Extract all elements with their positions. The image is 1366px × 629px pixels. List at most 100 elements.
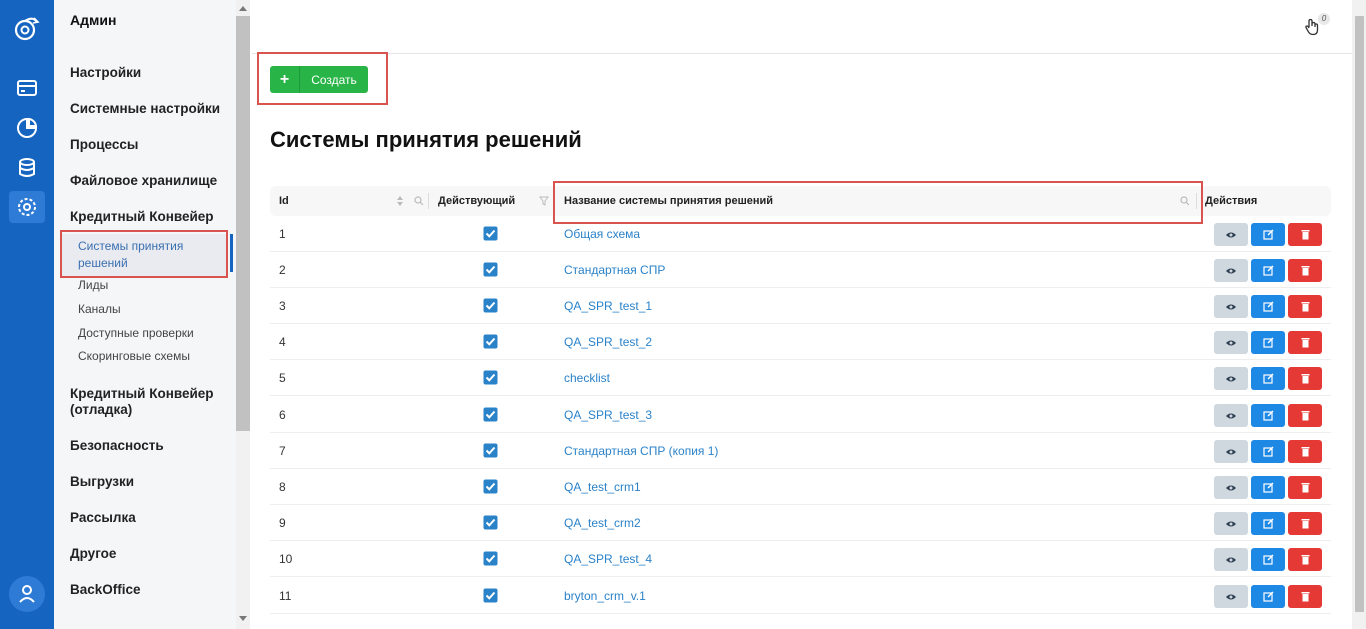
edit-button[interactable]	[1251, 295, 1285, 318]
row-id: 8	[279, 480, 286, 494]
sidebar-scroll-thumb[interactable]	[236, 16, 250, 431]
row-name-link[interactable]: QA_test_crm2	[564, 505, 641, 541]
create-button[interactable]: + Создать	[270, 66, 368, 93]
row-name-link[interactable]: QA_SPR_test_2	[564, 324, 652, 360]
pie-chart-icon[interactable]	[15, 116, 39, 140]
view-button[interactable]	[1214, 404, 1248, 427]
sidebar-item-other[interactable]: Другое	[70, 546, 116, 562]
filter-icon[interactable]	[539, 196, 549, 206]
sidebar-item-system-settings[interactable]: Системные настройки	[70, 101, 220, 117]
eye-icon	[1226, 449, 1236, 454]
sidebar-subitem-leads[interactable]: Лиды	[78, 277, 108, 294]
edit-button[interactable]	[1251, 404, 1285, 427]
trash-icon	[1301, 230, 1309, 240]
checkbox-checked-icon[interactable]	[483, 407, 498, 422]
sidebar-subitem-channels[interactable]: Каналы	[78, 301, 121, 318]
checkbox-checked-icon[interactable]	[483, 226, 498, 241]
view-button[interactable]	[1214, 223, 1248, 246]
checkbox-checked-icon[interactable]	[483, 262, 498, 277]
view-button[interactable]	[1214, 512, 1248, 535]
row-name-link[interactable]: QA_SPR_test_4	[564, 541, 652, 577]
sidebar-item-security[interactable]: Безопасность	[70, 438, 164, 454]
eye-icon	[1226, 594, 1236, 599]
checkbox-checked-icon[interactable]	[483, 588, 498, 603]
edit-button[interactable]	[1251, 367, 1285, 390]
trash-icon	[1301, 302, 1309, 312]
sidebar-scroll-down-arrow[interactable]	[239, 616, 247, 621]
column-header-id[interactable]: Id	[279, 186, 289, 216]
edit-icon	[1262, 591, 1273, 602]
sidebar-subitem-available-checks[interactable]: Доступные проверки	[78, 325, 194, 342]
app-logo-icon[interactable]	[13, 14, 41, 42]
checkbox-checked-icon[interactable]	[483, 515, 498, 530]
page-scroll-thumb[interactable]	[1355, 16, 1364, 612]
delete-button[interactable]	[1288, 259, 1322, 282]
delete-button[interactable]	[1288, 367, 1322, 390]
row-name-link[interactable]: QA_SPR_test_3	[564, 397, 652, 433]
checkbox-checked-icon[interactable]	[483, 443, 498, 458]
row-name-link[interactable]: Стандартная СПР	[564, 252, 665, 288]
sidebar-item-backoffice[interactable]: BackOffice	[70, 582, 141, 598]
checkbox-checked-icon[interactable]	[483, 551, 498, 566]
row-name-link[interactable]: QA_test_crm1	[564, 469, 641, 505]
delete-button[interactable]	[1288, 223, 1322, 246]
delete-button[interactable]	[1288, 585, 1322, 608]
checkbox-checked-icon[interactable]	[483, 334, 498, 349]
view-button[interactable]	[1214, 585, 1248, 608]
sidebar-item-credit-conveyor[interactable]: Кредитный Конвейер	[70, 209, 214, 225]
delete-button[interactable]	[1288, 548, 1322, 571]
delete-button[interactable]	[1288, 404, 1322, 427]
card-icon[interactable]	[15, 76, 39, 100]
delete-button[interactable]	[1288, 440, 1322, 463]
sidebar-item-processes[interactable]: Процессы	[70, 137, 138, 153]
eye-icon	[1226, 376, 1236, 381]
view-button[interactable]	[1214, 548, 1248, 571]
row-name-link[interactable]: Общая схема	[564, 216, 640, 252]
gear-icon[interactable]	[15, 195, 39, 219]
edit-button[interactable]	[1251, 585, 1285, 608]
checkbox-checked-icon[interactable]	[483, 370, 498, 385]
view-button[interactable]	[1214, 476, 1248, 499]
sidebar-scroll-up-arrow[interactable]	[239, 6, 247, 11]
view-button[interactable]	[1214, 259, 1248, 282]
row-id: 11	[279, 589, 292, 603]
sort-icon[interactable]	[396, 195, 404, 207]
sidebar-item-credit-conveyor-debug[interactable]: Кредитный Конвейер (отладка)	[70, 386, 230, 418]
edit-button[interactable]	[1251, 512, 1285, 535]
edit-button[interactable]	[1251, 259, 1285, 282]
edit-button[interactable]	[1251, 548, 1285, 571]
delete-button[interactable]	[1288, 331, 1322, 354]
view-button[interactable]	[1214, 331, 1248, 354]
column-header-active[interactable]: Действующий	[438, 186, 515, 216]
user-icon	[19, 585, 35, 603]
delete-button[interactable]	[1288, 476, 1322, 499]
edit-button[interactable]	[1251, 440, 1285, 463]
row-name-link[interactable]: QA_SPR_test_1	[564, 288, 652, 324]
sidebar-item-exports[interactable]: Выгрузки	[70, 474, 134, 490]
sidebar-item-file-storage[interactable]: Файловое хранилище	[70, 173, 217, 189]
trash-icon	[1301, 411, 1309, 421]
search-icon[interactable]	[414, 196, 424, 206]
view-button[interactable]	[1214, 440, 1248, 463]
delete-button[interactable]	[1288, 512, 1322, 535]
sidebar-subitem-scoring-schemes[interactable]: Скоринговые схемы	[78, 348, 190, 365]
view-button[interactable]	[1214, 295, 1248, 318]
row-name-link[interactable]: checklist	[564, 360, 610, 396]
sidebar-item-mailing[interactable]: Рассылка	[70, 510, 136, 526]
row-name-link[interactable]: Стандартная СПР (копия 1)	[564, 433, 718, 469]
checkbox-checked-icon[interactable]	[483, 479, 498, 494]
trash-icon	[1301, 338, 1309, 348]
notification-badge: 0	[1318, 13, 1330, 25]
delete-button[interactable]	[1288, 295, 1322, 318]
edit-button[interactable]	[1251, 331, 1285, 354]
sidebar-item-settings[interactable]: Настройки	[70, 65, 141, 81]
user-avatar[interactable]	[9, 576, 45, 612]
edit-button[interactable]	[1251, 476, 1285, 499]
sidebar-title: Админ	[70, 12, 117, 28]
row-name-link[interactable]: bryton_crm_v.1	[564, 578, 646, 614]
edit-button[interactable]	[1251, 223, 1285, 246]
database-icon[interactable]	[15, 156, 39, 180]
checkbox-checked-icon[interactable]	[483, 298, 498, 313]
view-button[interactable]	[1214, 367, 1248, 390]
eye-icon	[1226, 521, 1236, 526]
